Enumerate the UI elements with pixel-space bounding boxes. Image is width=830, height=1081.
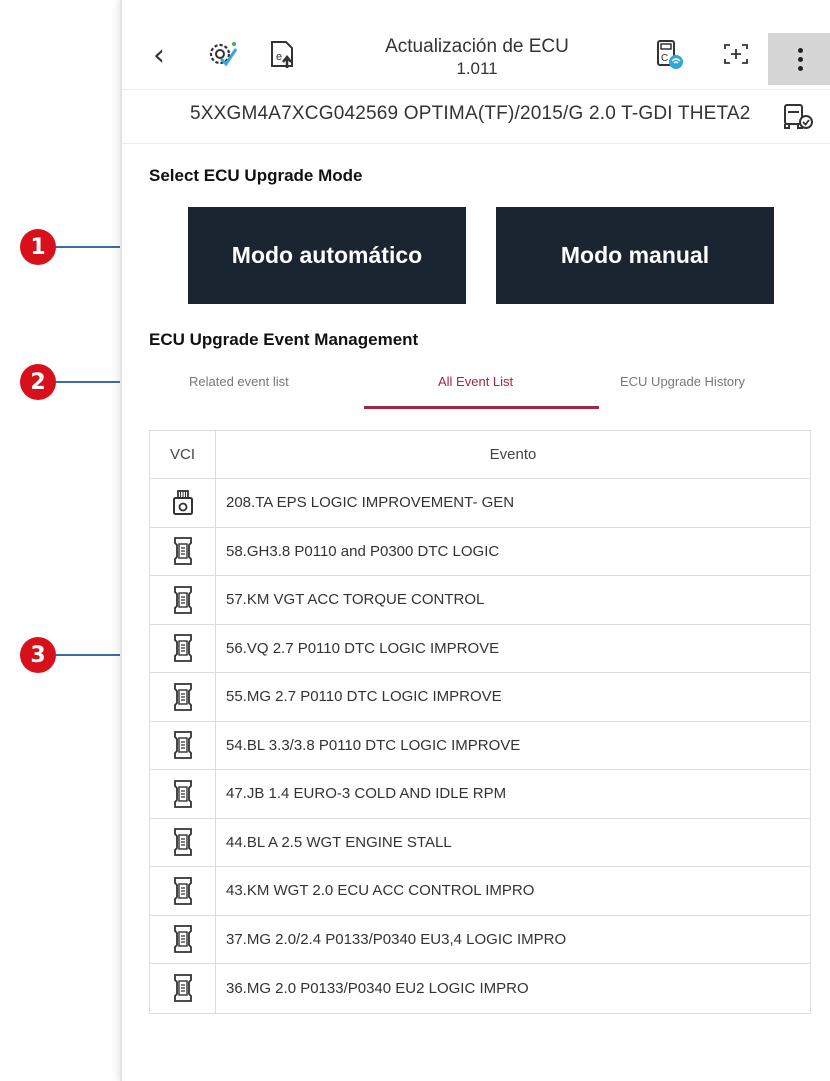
event-tabs: Related event list All Event List ECU Up… [122, 362, 830, 412]
table-row[interactable]: 43.KM WGT 2.0 ECU ACC CONTROL IMPRO [150, 867, 810, 916]
vci-device-icon [150, 867, 216, 915]
table-row[interactable]: 57.KM VGT ACC TORQUE CONTROL [150, 576, 810, 625]
vci-device-icon [150, 673, 216, 721]
tab-related-event-list[interactable]: Related event list [189, 374, 289, 389]
event-column-header: Evento [489, 446, 537, 463]
ecu-upload-icon[interactable]: e [262, 34, 302, 74]
vci-device-icon [150, 527, 216, 575]
app-version: 1.011 [456, 59, 498, 78]
auto-mode-button[interactable]: Modo automático [188, 207, 466, 304]
page-title-text: Actualización de ECU [385, 36, 569, 57]
event-table: VCI Evento 208.TA EPS LOGIC IMPROVEMENT-… [149, 430, 811, 1014]
vci-device-icon [150, 624, 216, 672]
chevron-left-icon[interactable]: ‹ [144, 38, 174, 73]
callout-badge-2: 2 [20, 364, 56, 400]
vci-column-header: VCI [150, 431, 216, 478]
screen-capture-icon[interactable] [716, 34, 756, 74]
event-name: 54.BL 3.3/3.8 P0110 DTC LOGIC IMPROVE [226, 736, 521, 754]
tab-all-event-list[interactable]: All Event List [438, 374, 513, 389]
table-header: VCI Evento [150, 431, 810, 479]
table-row[interactable]: 208.TA EPS LOGIC IMPROVEMENT- GEN [150, 479, 810, 528]
table-row[interactable]: 37.MG 2.0/2.4 P0133/P0340 EU3,4 LOGIC IM… [150, 915, 810, 964]
gear-check-icon[interactable] [202, 34, 242, 74]
upgrade-mode-heading: Select ECU Upgrade Mode [149, 166, 363, 185]
event-name: 47.JB 1.4 EURO-3 COLD AND IDLE RPM [226, 785, 507, 803]
event-name: 57.KM VGT ACC TORQUE CONTROL [226, 591, 485, 609]
manual-mode-button[interactable]: Modo manual [496, 207, 774, 304]
event-name: 36.MG 2.0 P0133/P0340 EU2 LOGIC IMPRO [226, 979, 529, 997]
tab-ecu-upgrade-history[interactable]: ECU Upgrade History [620, 374, 745, 389]
event-name: 56.VQ 2.7 P0110 DTC LOGIC IMPROVE [226, 639, 500, 657]
vci-wifi-icon[interactable]: C [648, 34, 688, 74]
app-screen: ‹ e Actualización de ECU 1.011 C 5XXGM4A… [120, 0, 830, 1081]
top-bar: ‹ e Actualización de ECU 1.011 C [122, 0, 830, 90]
callout-badge-3: 3 [20, 637, 56, 673]
svg-text:C: C [661, 53, 668, 64]
event-name: 208.TA EPS LOGIC IMPROVEMENT- GEN [226, 494, 515, 512]
svg-text:e: e [276, 51, 282, 63]
event-name: 44.BL A 2.5 WGT ENGINE STALL [226, 833, 452, 851]
event-name: 43.KM WGT 2.0 ECU ACC CONTROL IMPRO [226, 882, 535, 900]
more-vertical-icon[interactable] [768, 33, 830, 85]
vci-device-icon [150, 770, 216, 818]
table-row[interactable]: 56.VQ 2.7 P0110 DTC LOGIC IMPROVE [150, 624, 810, 673]
active-tab-indicator [364, 406, 599, 409]
table-row[interactable]: 44.BL A 2.5 WGT ENGINE STALL [150, 818, 810, 867]
vci-device-icon [150, 915, 216, 963]
vci-device-icon [150, 818, 216, 866]
event-management-heading: ECU Upgrade Event Management [149, 330, 419, 349]
vci-device-icon [150, 721, 216, 769]
table-row[interactable]: 47.JB 1.4 EURO-3 COLD AND IDLE RPM [150, 770, 810, 819]
table-row[interactable]: 58.GH3.8 P0110 and P0300 DTC LOGIC [150, 527, 810, 576]
page-title: Actualización de ECU 1.011 [362, 36, 592, 80]
vehicle-info: 5XXGM4A7XCG042569 OPTIMA(TF)/2015/G 2.0 … [190, 103, 751, 124]
callout-badge-1: 1 [20, 229, 56, 265]
table-row[interactable]: 36.MG 2.0 P0133/P0340 EU2 LOGIC IMPRO [150, 964, 810, 1013]
event-name: 58.GH3.8 P0110 and P0300 DTC LOGIC [226, 542, 500, 560]
vci-device-icon [150, 576, 216, 624]
table-row[interactable]: 54.BL 3.3/3.8 P0110 DTC LOGIC IMPROVE [150, 721, 810, 770]
vehicle-info-bar: 5XXGM4A7XCG042569 OPTIMA(TF)/2015/G 2.0 … [122, 90, 830, 144]
vehicle-check-icon[interactable] [782, 102, 814, 132]
vci-device-icon [150, 964, 216, 1013]
event-name: 55.MG 2.7 P0110 DTC LOGIC IMPROVE [226, 688, 502, 706]
event-name: 37.MG 2.0/2.4 P0133/P0340 EU3,4 LOGIC IM… [226, 930, 567, 948]
table-row[interactable]: 55.MG 2.7 P0110 DTC LOGIC IMPROVE [150, 673, 810, 722]
vci-ii-icon [150, 479, 216, 527]
